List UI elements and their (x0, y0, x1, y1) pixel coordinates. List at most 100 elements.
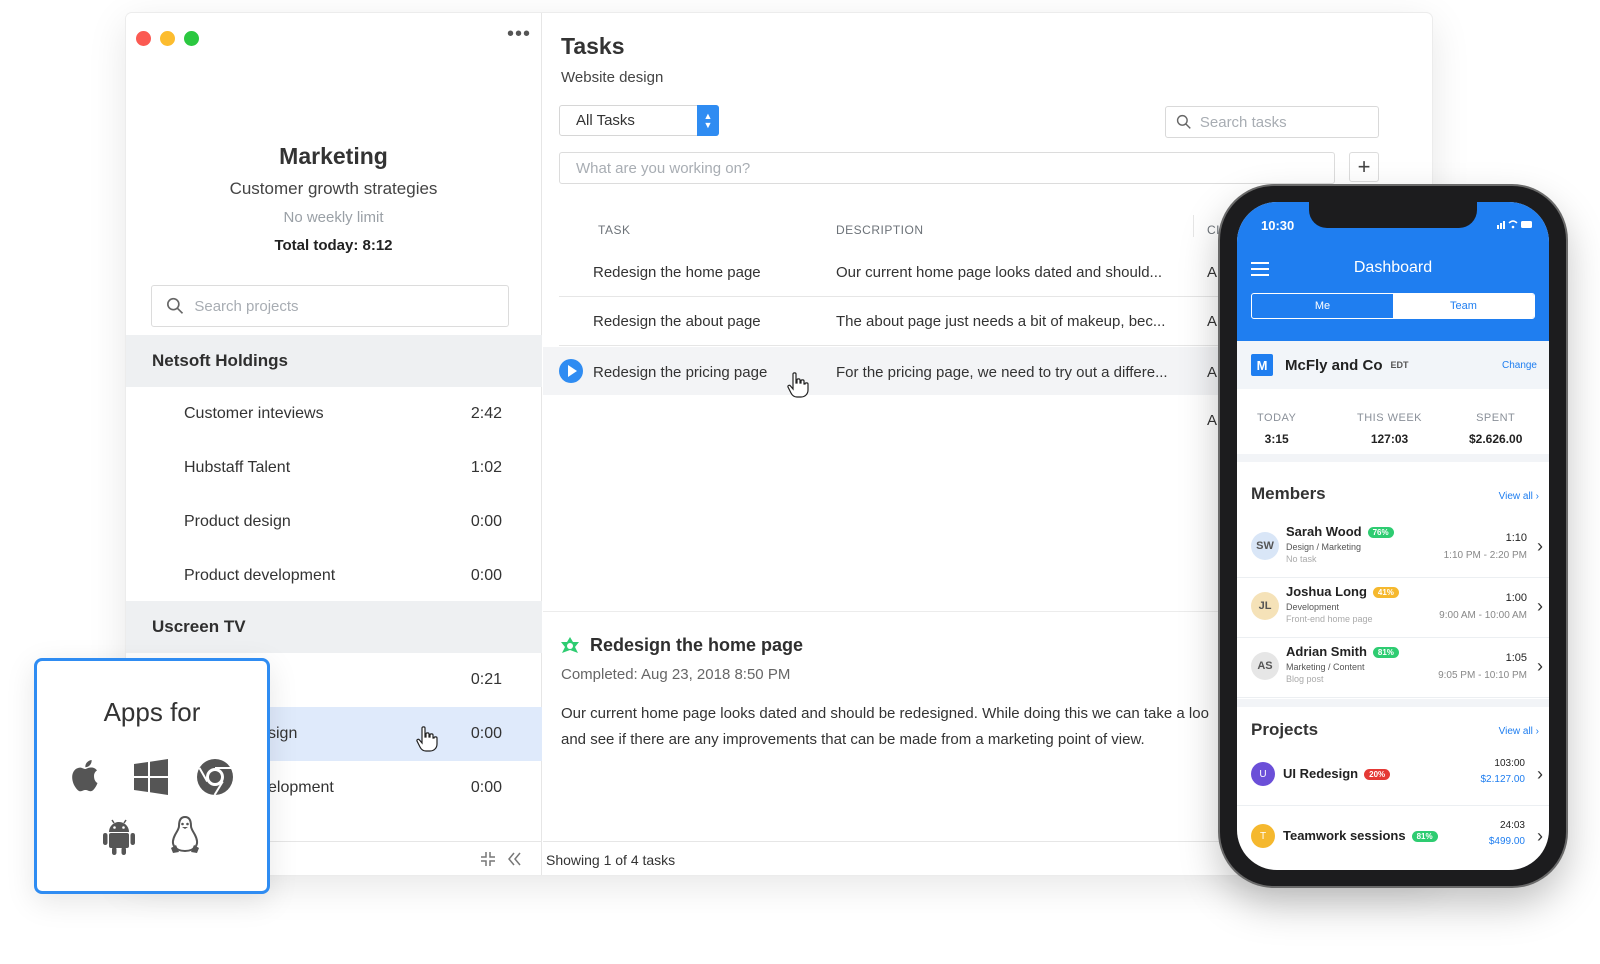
member-task: No task (1286, 554, 1317, 564)
column-divider (1193, 215, 1194, 237)
organization-row: M McFly and Co EDT Change (1237, 341, 1549, 389)
stat-value: $2.626.00 (1469, 432, 1523, 446)
project-item-name: Teamwork sessions 81% (1283, 828, 1438, 843)
section-separator (1237, 454, 1549, 462)
total-today: Total today: 8:12 (274, 237, 393, 254)
windows-icon[interactable] (131, 757, 171, 797)
member-percent-badge: 41% (1372, 587, 1399, 599)
apps-for-title: Apps for (103, 697, 201, 727)
android-icon[interactable] (99, 817, 139, 857)
member-range: 9:00 AM - 10:00 AM (1439, 610, 1527, 621)
project-item-amount: $499.00 (1488, 836, 1525, 847)
member-role: Design / Marketing (1286, 542, 1362, 552)
project-item-total: 103:00 (1494, 758, 1525, 769)
member-total: 1:00 (1505, 592, 1527, 604)
column-header-extra[interactable]: CI (1207, 223, 1220, 237)
project-row[interactable]: Customer inteviews 2:42 (126, 387, 542, 441)
maximize-window-button[interactable] (184, 31, 199, 46)
column-header-task[interactable]: TASK (598, 223, 630, 237)
member-row[interactable]: JL Joshua Long 41% Development Front-end … (1237, 578, 1549, 638)
member-total: 1:10 (1505, 532, 1527, 544)
projects-title: Projects (1251, 720, 1319, 739)
task-description: The about page just needs a bit of makeu… (836, 313, 1166, 330)
member-percent-badge: 76% (1367, 527, 1394, 539)
project-percent-badge: 20% (1364, 769, 1391, 781)
weekly-limit: No weekly limit (283, 209, 384, 226)
working-on-field[interactable] (559, 152, 1335, 184)
chevron-right-icon: › (1537, 764, 1543, 784)
dashboard-title: Dashboard (1353, 259, 1433, 276)
status-icons (1497, 219, 1533, 232)
toggle-team[interactable]: Team (1393, 294, 1534, 318)
detail-description: Our current home page looks dated and sh… (561, 701, 1261, 753)
project-item[interactable]: U UI Redesign 20% 103:00 $2.127.00 › (1237, 744, 1549, 806)
task-filter-select[interactable]: All Tasks ▲ ▼ (559, 105, 719, 136)
project-time: 0:00 (470, 567, 502, 584)
task-description: Our current home page looks dated and sh… (836, 264, 1163, 281)
project-avatar: T (1251, 824, 1275, 848)
member-name: Adrian Smith 81% (1286, 644, 1399, 659)
project-item-amount: $2.127.00 (1480, 774, 1526, 785)
apple-icon[interactable] (67, 755, 107, 795)
column-header-description[interactable]: DESCRIPTION (836, 223, 924, 237)
status-time: 10:30 (1261, 218, 1295, 233)
minimize-window-button[interactable] (160, 31, 175, 46)
change-org-link[interactable]: Change (1502, 360, 1537, 371)
members-view-all-link[interactable]: View all › (1499, 491, 1539, 502)
search-projects-field[interactable] (151, 285, 509, 327)
project-time: 2:42 (470, 405, 502, 422)
stat-label: TODAY (1257, 412, 1297, 424)
working-on-input[interactable] (576, 159, 1334, 177)
search-projects-input[interactable] (194, 297, 508, 315)
group-header-uscreen[interactable]: Uscreen TV (126, 601, 542, 653)
chrome-icon[interactable] (195, 757, 235, 797)
project-item-name-text: Teamwork sessions (1283, 828, 1406, 843)
select-arrows-icon[interactable]: ▲ ▼ (697, 105, 719, 136)
play-icon[interactable] (559, 359, 583, 383)
project-name: sign (268, 725, 298, 742)
double-chevron-left-icon[interactable] (506, 851, 522, 867)
project-row[interactable]: Hubstaff Talent 1:02 (126, 441, 542, 495)
search-tasks-input[interactable] (1199, 113, 1378, 131)
dashboard-header: 10:30 Dashboard Me Team (1237, 202, 1549, 341)
project-name: Product design (184, 513, 291, 530)
project-item-total: 24:03 (1499, 820, 1525, 831)
project-time: 0:00 (470, 779, 502, 796)
linux-icon[interactable] (165, 815, 205, 855)
view-all-label: View all (1498, 491, 1533, 502)
add-task-button[interactable]: + (1349, 152, 1379, 182)
member-row[interactable]: AS Adrian Smith 81% Marketing / Content B… (1237, 638, 1549, 698)
chevron-right-icon: › (1537, 656, 1543, 676)
projects-view-all-link[interactable]: View all › (1499, 726, 1539, 737)
phone-screen: 10:30 Dashboard Me Team M McFly and Co E… (1237, 202, 1549, 870)
toggle-me[interactable]: Me (1252, 294, 1393, 318)
mobile-phone-mockup: 10:30 Dashboard Me Team M McFly and Co E… (1220, 186, 1566, 886)
member-row[interactable]: SW Sarah Wood 76% Design / Marketing No t… (1237, 518, 1549, 578)
search-icon (1176, 114, 1191, 129)
detail-completed: Completed: Aug 23, 2018 8:50 PM (561, 666, 791, 683)
org-name: McFly and Co (1285, 356, 1383, 374)
me-team-toggle[interactable]: Me Team (1251, 293, 1535, 319)
stat-today: TODAY 3:15 (1257, 412, 1296, 446)
project-row[interactable]: Product design 0:00 (126, 495, 542, 549)
project-row[interactable]: Product development 0:00 (126, 549, 542, 603)
members-title: Members (1251, 484, 1326, 503)
project-name: elopment (268, 779, 334, 796)
group-header-netsoft[interactable]: Netsoft Holdings (126, 335, 542, 387)
close-window-button[interactable] (136, 31, 151, 46)
project-title: Marketing (279, 143, 388, 169)
more-options-icon[interactable]: ••• (507, 23, 531, 46)
collapse-icon[interactable] (480, 851, 496, 867)
view-all-label: View all (1498, 726, 1533, 737)
chevron-right-icon: › (1537, 536, 1543, 556)
project-item-name-text: UI Redesign (1283, 766, 1359, 781)
project-item[interactable]: T Teamwork sessions 81% 24:03 $499.00 › (1237, 806, 1549, 868)
member-percent-badge: 81% (1372, 647, 1399, 659)
stat-value: 127:03 (1370, 432, 1409, 446)
member-range: 1:10 PM - 2:20 PM (1443, 550, 1527, 561)
member-name-text: Adrian Smith (1286, 644, 1367, 659)
window-controls (136, 31, 199, 46)
chevron-right-icon: › (1537, 826, 1543, 846)
org-timezone: EDT (1390, 360, 1409, 370)
search-tasks-field[interactable] (1165, 106, 1379, 138)
